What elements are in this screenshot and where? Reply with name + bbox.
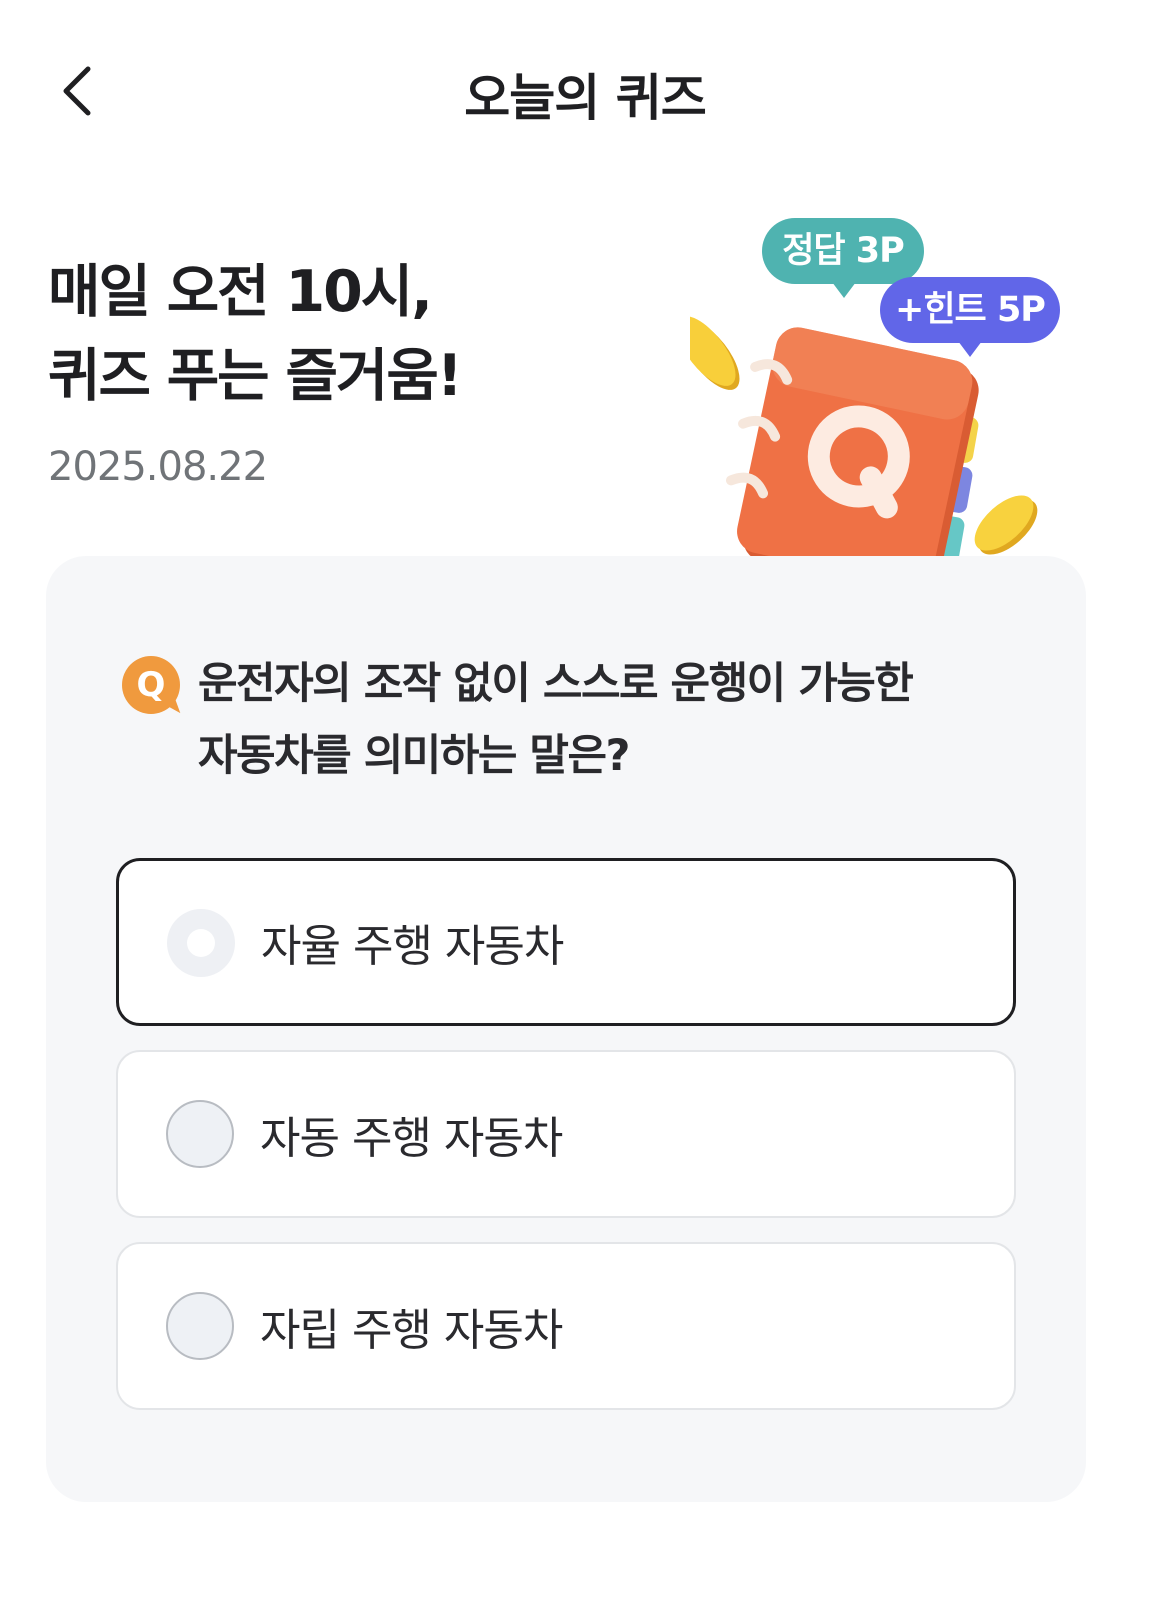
- answer-option-label: 자립 주행 자동차: [260, 1305, 563, 1356]
- page-title: 오늘의 퀴즈: [464, 69, 706, 127]
- question-text-line1: 운전자의 조작 없이 스스로 운행이 가능한: [198, 659, 914, 709]
- answer-option[interactable]: 자립 주행 자동차: [116, 1242, 1016, 1410]
- question-text-line2: 자동차를 의미하는 말은?: [198, 731, 630, 781]
- radio-button-selected[interactable]: [167, 909, 235, 977]
- hero-headline-line1: 매일 오전 10시,: [48, 259, 433, 325]
- hint-points-bubble: +힌트 5P: [880, 277, 1060, 357]
- hero-headline-line2: 퀴즈 푸는 즐거움!: [48, 343, 463, 409]
- answer-points-bubble: 정답 3P: [762, 218, 924, 298]
- answer-option-label: 자동 주행 자동차: [260, 1113, 563, 1164]
- question-badge-icon: Q: [122, 656, 180, 714]
- quiz-date: 2025.08.22: [48, 444, 268, 490]
- question-text: 운전자의 조작 없이 스스로 운행이 가능한 자동차를 의미하는 말은?: [198, 648, 1022, 792]
- answer-options: 자율 주행 자동차 자동 주행 자동차 자립 주행 자동차: [116, 858, 1016, 1434]
- answer-option[interactable]: 자동 주행 자동차: [116, 1050, 1016, 1218]
- hero-section: 매일 오전 10시, 퀴즈 푸는 즐거움! 2025.08.22: [48, 250, 698, 490]
- radio-button[interactable]: [166, 1100, 234, 1168]
- header: 오늘의 퀴즈: [0, 0, 1170, 190]
- coin-icon: [690, 316, 740, 390]
- question-block: Q 운전자의 조작 없이 스스로 운행이 가능한 자동차를 의미하는 말은?: [122, 648, 1022, 792]
- answer-option-label: 자율 주행 자동차: [261, 921, 564, 972]
- answer-option[interactable]: 자율 주행 자동차: [116, 858, 1016, 1026]
- coin-icon: [974, 495, 1038, 555]
- quiz-card: Q 운전자의 조작 없이 스스로 운행이 가능한 자동차를 의미하는 말은? 자…: [46, 556, 1086, 1502]
- radio-button[interactable]: [166, 1292, 234, 1360]
